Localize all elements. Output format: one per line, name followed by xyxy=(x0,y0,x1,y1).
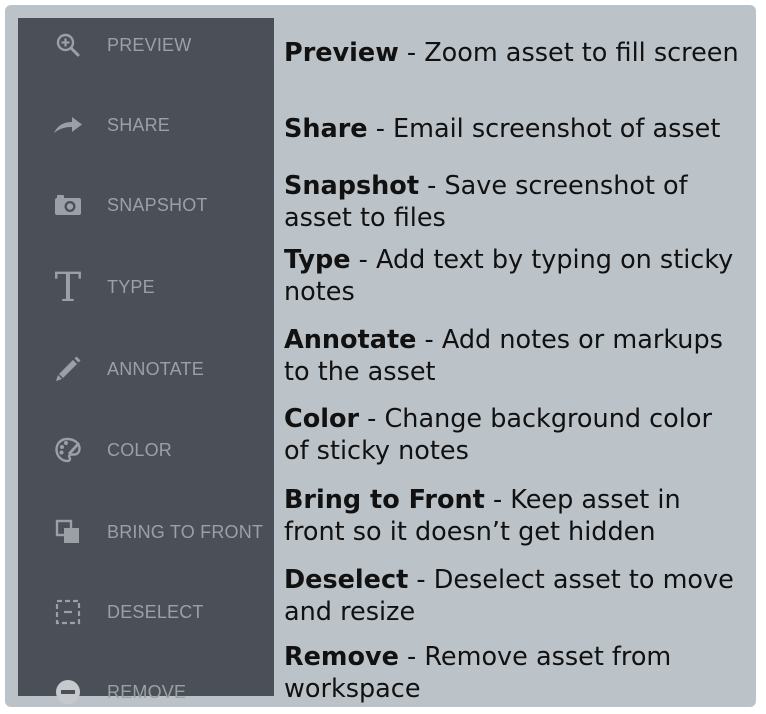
bring-to-front-label: BRING TO FRONT xyxy=(107,521,264,542)
description-text-continued: workspace xyxy=(284,674,421,704)
bring-to-front-icon xyxy=(48,512,88,552)
palette-icon xyxy=(48,430,88,470)
zoom-in-icon xyxy=(48,25,88,65)
type-label: TYPE xyxy=(107,276,155,297)
description-deselect: Deselect - Deselect asset to move and re… xyxy=(284,564,734,628)
annotate-button[interactable]: ANNOTATE xyxy=(18,349,274,389)
description-remove: Remove - Remove asset from workspace xyxy=(284,641,671,705)
description-text-continued: notes xyxy=(284,277,355,307)
color-label: COLOR xyxy=(107,439,173,460)
description-text-continued: front so it doesn’t get hidden xyxy=(284,517,656,547)
description-text: - Keep asset in xyxy=(484,485,681,515)
description-text: - Zoom asset to fill screen xyxy=(398,38,739,68)
share-button[interactable]: SHARE xyxy=(18,105,274,145)
preview-button[interactable]: PREVIEW xyxy=(18,25,274,65)
description-title: Color xyxy=(284,404,360,434)
deselect-label: DESELECT xyxy=(107,601,204,622)
description-title: Remove xyxy=(284,642,399,672)
camera-icon xyxy=(48,185,88,225)
description-snapshot: Snapshot - Save screenshot of asset to f… xyxy=(284,170,688,234)
text-type-icon: T xyxy=(48,267,88,307)
snapshot-label: SNAPSHOT xyxy=(107,194,208,215)
description-preview: Preview - Zoom asset to fill screen xyxy=(284,37,739,69)
description-title: Snapshot xyxy=(284,171,420,201)
pencil-icon xyxy=(48,349,88,389)
description-title: Bring to Front xyxy=(284,485,485,515)
annotate-label: ANNOTATE xyxy=(107,358,204,379)
description-title: Deselect xyxy=(284,565,409,595)
description-annotate: Annotate - Add notes or markups to the a… xyxy=(284,324,723,388)
description-text: - Add text by typing on sticky xyxy=(350,245,734,275)
description-bring-to-front: Bring to Front - Keep asset in front so … xyxy=(284,484,681,548)
description-type: Type - Add text by typing on sticky note… xyxy=(284,244,733,308)
description-share: Share - Email screenshot of asset xyxy=(284,113,720,145)
remove-icon xyxy=(48,672,88,712)
description-text: - Save screenshot of xyxy=(419,171,688,201)
description-text-continued: to the asset xyxy=(284,357,436,387)
asset-toolbar: PREVIEW SHARE SNAPSHOT T TYPE ANNOTATE C… xyxy=(18,18,274,704)
bring-to-front-button[interactable]: BRING TO FRONT xyxy=(18,512,274,552)
description-text: - Change background color xyxy=(359,404,712,434)
description-text: - Deselect asset to move xyxy=(408,565,734,595)
description-text-continued: and resize xyxy=(284,597,416,627)
type-button[interactable]: T TYPE xyxy=(18,267,274,307)
description-title: Annotate xyxy=(284,325,417,355)
share-label: SHARE xyxy=(107,114,171,135)
snapshot-button[interactable]: SNAPSHOT xyxy=(18,185,274,225)
description-title: Share xyxy=(284,114,368,144)
description-text: - Add notes or markups xyxy=(416,325,723,355)
color-button[interactable]: COLOR xyxy=(18,430,274,470)
description-text: - Remove asset from xyxy=(398,642,672,672)
description-text-continued: of sticky notes xyxy=(284,436,469,466)
remove-label: REMOVE xyxy=(107,681,187,702)
description-title: Type xyxy=(284,245,351,275)
deselect-icon xyxy=(48,592,88,632)
share-arrow-icon xyxy=(48,105,88,145)
description-text: - Email screenshot of asset xyxy=(367,114,721,144)
deselect-button[interactable]: DESELECT xyxy=(18,592,274,632)
description-color: Color - Change background color of stick… xyxy=(284,403,712,467)
description-text-continued: asset to files xyxy=(284,203,446,233)
description-title: Preview xyxy=(284,38,399,68)
preview-label: PREVIEW xyxy=(107,34,192,55)
remove-button[interactable]: REMOVE xyxy=(18,672,274,712)
svg-text:T: T xyxy=(55,269,82,305)
